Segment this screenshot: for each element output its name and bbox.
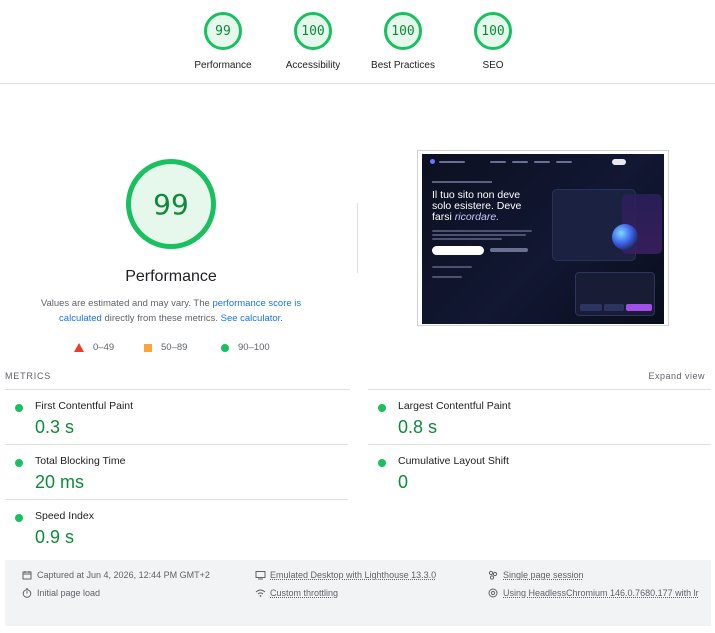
thumb-secondary-button <box>490 248 528 252</box>
performance-title: Performance <box>125 268 217 285</box>
gauge-seo[interactable]: 100 SEO <box>448 12 538 71</box>
metric-value: 0 <box>398 472 409 492</box>
browser-info[interactable]: Using HeadlessChromium 146.0.7680.177 wi… <box>487 585 702 601</box>
metric-fcp: First Contentful Paint 0.3 s <box>5 390 348 445</box>
thumb-nav-line <box>534 161 550 163</box>
initial-page-load-text: Initial page load <box>37 588 101 598</box>
thumb-orb <box>612 224 638 250</box>
thumb-nav-line <box>556 161 572 163</box>
circle-icon <box>221 343 229 352</box>
throttling-text[interactable]: Custom throttling <box>270 585 338 601</box>
metric-name: First Contentful Paint <box>35 400 134 412</box>
thumb-cookie-button <box>604 304 624 311</box>
thumb-kicker <box>432 181 492 183</box>
metric-value: 20 ms <box>35 472 85 492</box>
thumb-nav-line <box>512 161 528 163</box>
thumb-cookie-banner <box>575 272 655 316</box>
thumb-nav-button <box>612 159 626 165</box>
legend-average-label: 50–89 <box>161 342 188 353</box>
metric-speed-index: Speed Index 0.9 s <box>5 500 348 555</box>
pass-circle-icon <box>378 404 386 412</box>
thumb-nav <box>430 159 656 166</box>
description-text: . <box>280 313 283 324</box>
browser-info-text[interactable]: Using HeadlessChromium 146.0.7680.177 wi… <box>503 585 699 601</box>
wifi-icon <box>254 585 266 601</box>
thumb-cta-button <box>432 246 484 255</box>
gauge-score: 99 <box>204 12 242 50</box>
pass-circle-icon <box>378 459 386 467</box>
gauge-accessibility[interactable]: 100 Accessibility <box>268 12 358 71</box>
thumb-paragraph <box>432 230 532 232</box>
see-calculator-link[interactable]: See calculator <box>221 313 281 324</box>
description-text: Values are estimated and may vary. The <box>40 298 213 309</box>
metric-lcp: Largest Contentful Paint 0.8 s <box>368 390 711 445</box>
metric-name: Speed Index <box>35 510 94 522</box>
run-info-panel: Captured at Jun 4, 2026, 12:44 PM GMT+2 … <box>5 560 711 626</box>
description-text: directly from these metrics. <box>101 313 221 324</box>
gauge-label: Accessibility <box>285 60 341 71</box>
triangle-icon <box>74 343 84 352</box>
pass-circle-icon <box>15 459 23 467</box>
metric-name: Total Blocking Time <box>35 455 126 467</box>
screenshot-image: Il tuo sito non deve solo esistere. Deve… <box>422 154 664 324</box>
session-type[interactable]: Single page session <box>487 567 584 583</box>
metric-name: Largest Contentful Paint <box>398 400 511 412</box>
metric-value: 0.8 s <box>398 417 438 437</box>
legend-fail-label: 0–49 <box>93 342 115 353</box>
thumb-cookie-button <box>580 304 602 311</box>
pass-circle-icon <box>15 514 23 522</box>
vertical-divider <box>357 203 358 273</box>
gauge-score: 100 <box>384 12 422 50</box>
session-type-text[interactable]: Single page session <box>503 567 584 583</box>
gauge-score: 100 <box>474 12 512 50</box>
calendar-icon <box>21 567 33 583</box>
square-icon <box>144 343 152 352</box>
expand-view-toggle[interactable]: Expand view <box>648 371 705 381</box>
thumb-paragraph <box>432 238 502 240</box>
gauge-label: SEO <box>482 60 504 71</box>
score-legend: 0–49 50–89 90–100 <box>74 342 294 356</box>
emulated-device[interactable]: Emulated Desktop with Lighthouse 13.3.0 <box>254 567 436 583</box>
legend-average: 50–89 <box>144 342 187 353</box>
people-icon <box>487 567 499 583</box>
throttling[interactable]: Custom throttling <box>254 585 338 601</box>
chrome-icon <box>487 585 499 601</box>
thumb-cookie-button <box>626 304 652 311</box>
performance-score-gauge: 99 <box>126 159 216 249</box>
thumb-headline-em: ricordare. <box>454 211 500 223</box>
thumb-paragraph <box>432 234 526 236</box>
metric-value: 0.9 s <box>35 527 75 547</box>
metric-tbt: Total Blocking Time 20 ms <box>5 445 348 500</box>
thumb-logo <box>430 159 435 164</box>
legend-fail: 0–49 <box>74 342 114 353</box>
performance-description: Values are estimated and may vary. The p… <box>30 296 312 326</box>
thumb-headline: Il tuo sito non deve solo esistere. Deve… <box>432 190 542 223</box>
thumb-nav-line <box>490 161 506 163</box>
gauge-best-practices[interactable]: 100 Best Practices <box>358 12 448 71</box>
pass-circle-icon <box>15 404 23 412</box>
thumb-paragraph <box>432 266 472 268</box>
final-screenshot[interactable]: Il tuo sito non deve solo esistere. Deve… <box>417 150 669 326</box>
captured-at-text: Captured at Jun 4, 2026, 12:44 PM GMT+2 <box>37 570 210 580</box>
metric-cls: Cumulative Layout Shift 0 <box>368 445 711 500</box>
gauge-label: Best Practices <box>371 60 435 71</box>
emulated-device-text[interactable]: Emulated Desktop with Lighthouse 13.3.0 <box>270 567 436 583</box>
legend-pass-label: 90–100 <box>238 342 270 353</box>
thumb-nav-line <box>439 161 465 163</box>
gauge-label: Performance <box>194 60 252 71</box>
legend-pass: 90–100 <box>221 342 270 353</box>
timer-icon <box>21 585 33 601</box>
metric-name: Cumulative Layout Shift <box>398 455 509 467</box>
initial-page-load: Initial page load <box>21 585 100 601</box>
thumb-paragraph <box>432 276 462 278</box>
desktop-icon <box>254 567 266 583</box>
captured-at: Captured at Jun 4, 2026, 12:44 PM GMT+2 <box>21 567 210 583</box>
category-gauges: 99 Performance 100 Accessibility 100 Bes… <box>0 0 715 84</box>
metric-value: 0.3 s <box>35 417 75 437</box>
gauge-performance[interactable]: 99 Performance <box>178 12 268 71</box>
gauge-score: 100 <box>294 12 332 50</box>
metrics-heading: METRICS <box>5 371 52 381</box>
